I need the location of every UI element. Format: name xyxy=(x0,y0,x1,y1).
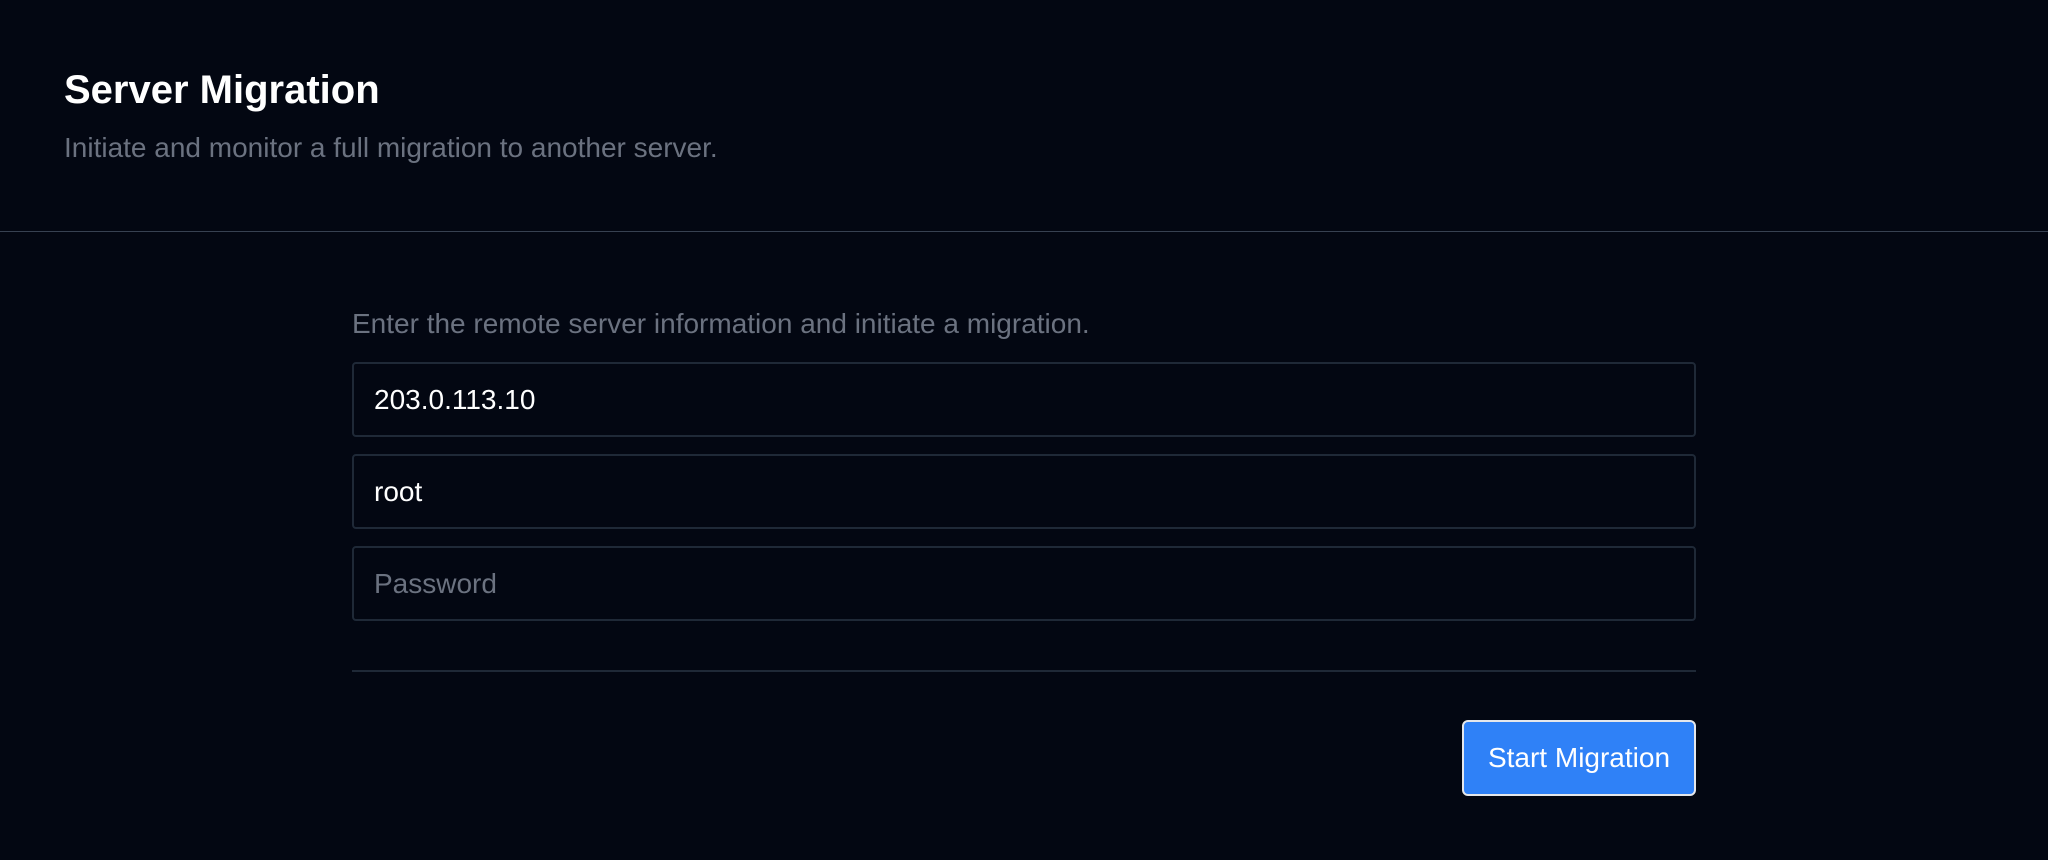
start-migration-button[interactable]: Start Migration xyxy=(1462,720,1696,796)
remote-host-input[interactable] xyxy=(352,362,1696,437)
page-header: Server Migration Initiate and monitor a … xyxy=(0,0,2048,232)
username-input[interactable] xyxy=(352,454,1696,529)
form-instructions: Enter the remote server information and … xyxy=(352,308,1090,339)
form-divider xyxy=(352,670,1696,672)
password-input[interactable] xyxy=(352,546,1696,621)
page-title: Server Migration xyxy=(64,68,380,112)
page-subtitle: Initiate and monitor a full migration to… xyxy=(64,132,718,163)
